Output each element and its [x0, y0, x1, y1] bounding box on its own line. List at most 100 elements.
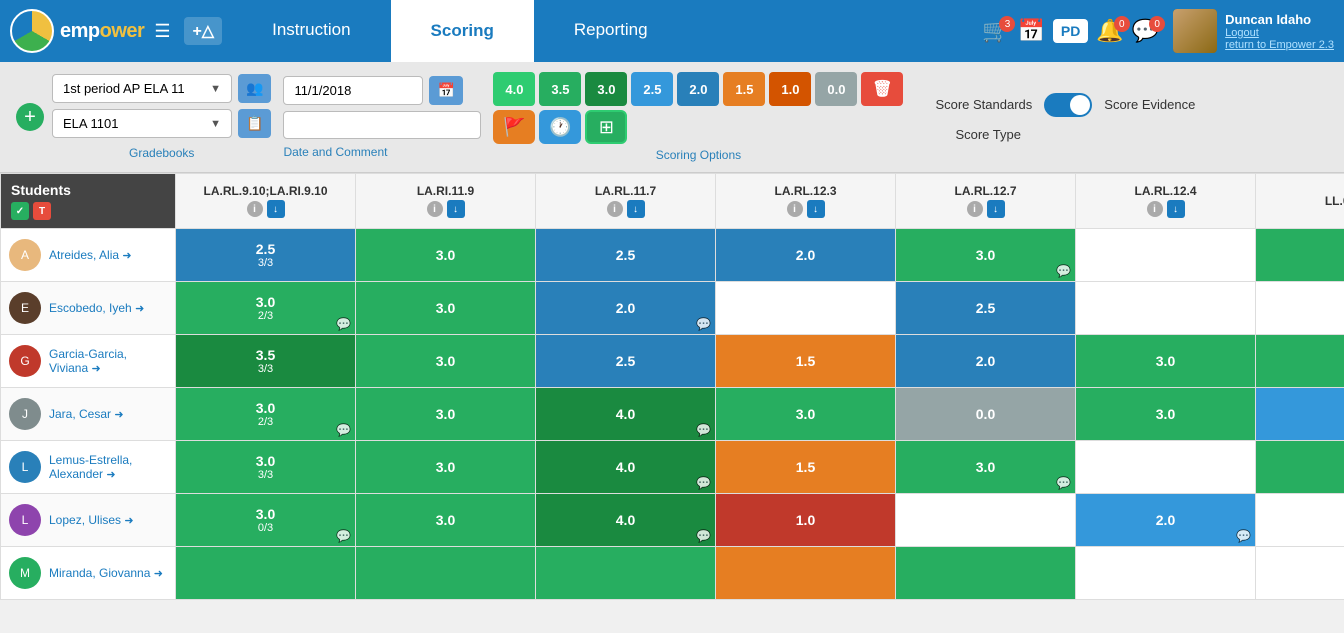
score-value-cell[interactable]: 3.0 0/3 💬 [176, 494, 355, 546]
score-value-cell[interactable] [1256, 388, 1344, 440]
date-input[interactable]: 11/1/2018 [283, 76, 423, 105]
course-dropdown[interactable]: ELA 1101 ▼ [52, 109, 232, 138]
comment-input[interactable] [283, 111, 481, 139]
score-value-cell[interactable] [1256, 282, 1344, 334]
score-2-button[interactable]: 2.0 [677, 72, 719, 106]
notif1-button[interactable]: 🔔 0 [1096, 18, 1123, 44]
logout-link[interactable]: Logout [1225, 27, 1334, 39]
score-cell[interactable]: 2.5 [536, 335, 716, 388]
score-value-cell[interactable]: 2.5 [896, 282, 1075, 334]
score-value-cell[interactable]: 3.0 [1076, 388, 1255, 440]
score-value-cell[interactable]: 2.5 3/3 [176, 229, 355, 281]
students-icon-button[interactable]: 👥 [238, 74, 271, 103]
score-cell[interactable]: 4.0 💬 [536, 388, 716, 441]
score-cell[interactable]: 2.0 [896, 335, 1076, 388]
score-cell[interactable] [1076, 547, 1256, 600]
score-cell[interactable]: 2.5 [536, 229, 716, 282]
sort-down-button4[interactable]: ↓ [807, 200, 825, 218]
score-value-cell[interactable]: 3.0 [356, 282, 535, 334]
score-cell[interactable]: 2.0 💬 [536, 282, 716, 335]
score-cell[interactable]: 1.5 [716, 335, 896, 388]
student-info[interactable]: L Lopez, Ulises ➜ [1, 500, 175, 540]
add-menu-button[interactable]: +△ [184, 17, 222, 45]
score-cell[interactable]: 3.0 [356, 229, 536, 282]
course-icon-button[interactable]: 📋 [238, 109, 271, 138]
score-value-cell[interactable]: 3.0 💬 [896, 229, 1075, 281]
score-value-cell[interactable] [1256, 441, 1344, 493]
score-1-button[interactable]: 1.0 [769, 72, 811, 106]
score-value-cell[interactable]: 2.0 💬 [536, 282, 715, 334]
score-cell[interactable]: 1.0 [716, 494, 896, 547]
calendar-icon-button[interactable]: 📅 [429, 76, 462, 105]
score-cell[interactable]: 3.0 [356, 494, 536, 547]
sort-down-button[interactable]: ↓ [267, 200, 285, 218]
score-value-cell[interactable]: 1.5 [716, 441, 895, 493]
score-cell[interactable]: 3.0 [356, 335, 536, 388]
score-3-button[interactable]: 3.0 [585, 72, 627, 106]
score-value-cell[interactable]: 3.0 [356, 441, 535, 493]
score-cell[interactable]: 3.0 2/3 💬 [176, 388, 356, 441]
score-cell[interactable] [716, 282, 896, 335]
score-value-cell[interactable]: 3.0 💬 [896, 441, 1075, 493]
score-cell[interactable] [716, 547, 896, 600]
hamburger-icon[interactable]: ☰ [154, 21, 170, 42]
score-value-cell[interactable]: 3.0 2/3 💬 [176, 282, 355, 334]
student-info[interactable]: E Escobedo, Iyeh ➜ [1, 288, 175, 328]
student-cell[interactable]: A Atreides, Alia ➜ [1, 229, 176, 282]
score-value-cell[interactable]: 3.0 [356, 494, 535, 546]
student-cell[interactable]: M Miranda, Giovanna ➜ [1, 547, 176, 600]
info-icon4[interactable]: i [787, 201, 803, 217]
tab-scoring[interactable]: Scoring [391, 0, 534, 62]
score-cell[interactable]: 3.0 💬 [896, 441, 1076, 494]
student-info[interactable]: M Miranda, Giovanna ➜ [1, 553, 175, 593]
score-cell[interactable]: 3.0 [1076, 388, 1256, 441]
notif2-button[interactable]: 💬 0 [1132, 18, 1159, 44]
score-2-5-button[interactable]: 2.5 [631, 72, 673, 106]
score-value-cell[interactable]: 3.0 3/3 [176, 441, 355, 493]
calendar-button[interactable]: 📅 [1017, 18, 1044, 44]
score-cell[interactable]: 4.0 💬 [536, 441, 716, 494]
score-4-button[interactable]: 4.0 [493, 72, 535, 106]
score-cell[interactable] [1256, 494, 1344, 547]
score-0-button[interactable]: 0.0 [815, 72, 857, 106]
sort-down-button3[interactable]: ↓ [627, 200, 645, 218]
score-cell[interactable] [176, 547, 356, 600]
tab-instruction[interactable]: Instruction [232, 0, 390, 62]
score-value-cell[interactable]: 3.0 2/3 💬 [176, 388, 355, 440]
score-value-cell[interactable]: 2.0 💬 [1076, 494, 1255, 546]
gradebook-dropdown[interactable]: 1st period AP ELA 11 ▼ [52, 74, 232, 103]
score-cell[interactable] [1256, 388, 1344, 441]
score-cell[interactable]: 3.5 3/3 [176, 335, 356, 388]
add-gradebook-button[interactable]: + [16, 103, 44, 131]
student-cell[interactable]: G Garcia-Garcia, Viviana ➜ [1, 335, 176, 388]
info-icon3[interactable]: i [607, 201, 623, 217]
score-cell[interactable]: 0.0 [896, 388, 1076, 441]
score-cell[interactable]: 2.0 [716, 229, 896, 282]
score-cell[interactable] [356, 547, 536, 600]
tab-reporting[interactable]: Reporting [534, 0, 688, 62]
score-cell[interactable] [1076, 282, 1256, 335]
sort-down-button6[interactable]: ↓ [1167, 200, 1185, 218]
info-icon[interactable]: i [247, 201, 263, 217]
score-value-cell[interactable] [1256, 547, 1344, 599]
score-cell[interactable] [1256, 441, 1344, 494]
pd-button[interactable]: PD [1053, 19, 1088, 43]
score-cell[interactable] [536, 547, 716, 600]
score-cell[interactable] [1076, 441, 1256, 494]
score-value-cell[interactable]: 3.0 [356, 388, 535, 440]
score-cell[interactable]: 2.5 3/3 [176, 229, 356, 282]
filter-green-icon[interactable]: ✓ [11, 202, 29, 220]
score-value-cell[interactable] [1256, 229, 1344, 281]
score-cell[interactable] [1256, 282, 1344, 335]
score-value-cell[interactable] [1076, 282, 1255, 334]
score-value-cell[interactable]: 3.0 [356, 229, 535, 281]
score-value-cell[interactable]: 3.5 3/3 [176, 335, 355, 387]
student-cell[interactable]: L Lemus-Estrella, Alexander ➜ [1, 441, 176, 494]
score-cell[interactable]: 3.0 0/3 💬 [176, 494, 356, 547]
student-cell[interactable]: E Escobedo, Iyeh ➜ [1, 282, 176, 335]
student-info[interactable]: J Jara, Cesar ➜ [1, 394, 175, 434]
score-cell[interactable]: 2.5 [896, 282, 1076, 335]
score-value-cell[interactable] [1076, 547, 1255, 599]
score-cell[interactable]: 3.0 [356, 441, 536, 494]
info-icon2[interactable]: i [427, 201, 443, 217]
